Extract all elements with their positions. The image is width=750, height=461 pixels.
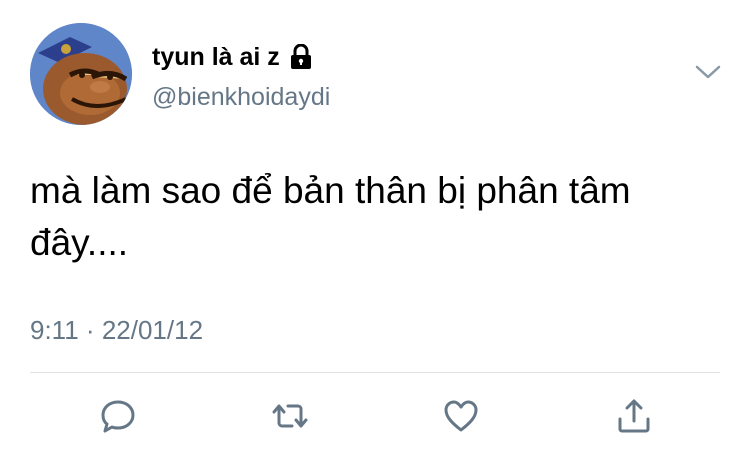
divider <box>30 372 720 373</box>
retweet-icon <box>272 404 308 428</box>
lock-icon <box>289 43 313 70</box>
retweet-button[interactable] <box>269 395 311 437</box>
share-icon <box>618 399 650 433</box>
reply-icon <box>101 400 135 433</box>
tweet-text: mà làm sao để bản thân bị phân tâm đây..… <box>30 170 631 263</box>
avatar[interactable] <box>30 23 132 125</box>
timestamp-separator: · <box>85 315 95 345</box>
tweet-timestamp[interactable]: 9:11 · 22/01/12 <box>30 314 203 346</box>
share-button[interactable] <box>613 395 655 437</box>
user-handle[interactable]: @bienkhoidaydi <box>152 82 330 112</box>
chevron-down-icon[interactable] <box>694 62 722 82</box>
display-name-row: tyun là ai z <box>152 42 313 72</box>
heart-icon <box>444 400 478 432</box>
reply-button[interactable] <box>97 395 139 437</box>
tweet-date: 22/01/12 <box>101 315 204 345</box>
avatar-image <box>30 23 132 125</box>
like-button[interactable] <box>440 395 482 437</box>
tweet-time: 9:11 <box>30 315 79 345</box>
display-name[interactable]: tyun là ai z <box>152 42 280 72</box>
